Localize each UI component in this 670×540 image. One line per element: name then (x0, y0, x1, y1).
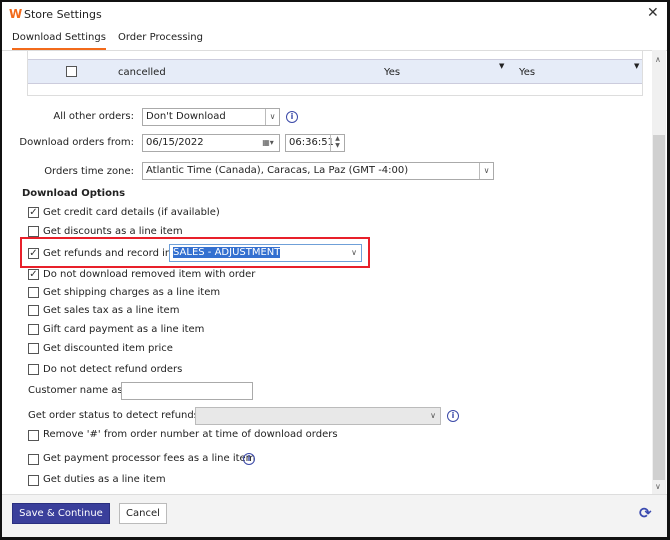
option-label: Get shipping charges as a line item (43, 287, 221, 298)
dropdown-arrow-icon[interactable]: ▼ (634, 62, 639, 70)
option-label: Get credit card details (if available) (43, 207, 220, 218)
info-icon[interactable]: i (286, 111, 298, 123)
option-label: Remove '#' from order number at time of … (43, 429, 338, 440)
scrollbar-thumb[interactable] (653, 135, 665, 480)
time-input[interactable]: 06:36:51 ▲ ▼ (285, 134, 345, 152)
row-checkbox[interactable] (66, 66, 77, 77)
order-status-label: Get order status to detect refunds: (28, 410, 203, 421)
info-icon[interactable]: i (447, 410, 459, 422)
tab-order-processing[interactable]: Order Processing (118, 32, 203, 43)
timezone-label: Orders time zone: (44, 166, 134, 177)
spinner-icon[interactable]: ▲ ▼ (330, 135, 344, 151)
info-icon[interactable]: i (243, 453, 255, 465)
chevron-down-icon: ∨ (479, 163, 493, 179)
chevron-down-icon: ∨ (430, 411, 436, 420)
scroll-up-icon[interactable]: ∧ (655, 55, 661, 64)
option-label: Get discounted item price (43, 343, 173, 354)
all-other-orders-select[interactable]: Don't Download ∨ (142, 108, 280, 126)
option-label: Get payment processor fees as a line ite… (43, 453, 256, 464)
order-status-select[interactable]: ∨ (195, 407, 441, 425)
checkbox-sales-tax[interactable] (28, 305, 39, 316)
checkbox-shipping[interactable] (28, 287, 39, 298)
checkbox-duties[interactable] (28, 475, 39, 486)
download-options-heading: Download Options (22, 188, 126, 199)
option-label: Do not detect refund orders (43, 364, 183, 375)
checkbox-gift-card[interactable] (28, 324, 39, 335)
checkbox-removed-item[interactable]: ✓ (28, 269, 39, 280)
calendar-icon[interactable]: ▦▾ (257, 135, 279, 151)
table-row[interactable]: cancelled Yes ▼ Yes ▼ (28, 59, 642, 84)
select-value: SALES - ADJUSTMENT (173, 247, 281, 258)
save-continue-button[interactable]: Save & Continue (12, 503, 110, 524)
cancel-button[interactable]: Cancel (119, 503, 167, 524)
checkbox-refunds[interactable]: ✓ (28, 248, 39, 259)
customer-name-input[interactable] (121, 382, 253, 400)
option-label: Get refunds and record in: (43, 248, 175, 259)
customer-name-label: Customer name as: (28, 385, 126, 396)
chevron-down-icon: ∨ (265, 109, 279, 125)
row-col1-value[interactable]: Yes (384, 67, 400, 78)
dropdown-arrow-icon[interactable]: ▼ (499, 62, 504, 70)
chevron-down-icon: ∨ (351, 248, 357, 257)
option-label: Get duties as a line item (43, 474, 166, 485)
checkbox-processor-fees[interactable] (28, 454, 39, 465)
select-value: Don't Download (146, 111, 226, 122)
option-label: Do not download removed item with order (43, 269, 256, 280)
checkbox-remove-hash[interactable] (28, 430, 39, 441)
checkbox-discounted-price[interactable] (28, 343, 39, 354)
row-col2-value[interactable]: Yes (519, 67, 535, 78)
select-value: Atlantic Time (Canada), Caracas, La Paz … (146, 165, 409, 176)
window-title: Store Settings (24, 8, 102, 21)
app-logo-icon: W (9, 7, 23, 21)
refresh-icon[interactable]: ⟳ (639, 504, 652, 522)
option-label: Get discounts as a line item (43, 226, 183, 237)
checkbox-credit-card[interactable]: ✓ (28, 207, 39, 218)
timezone-select[interactable]: Atlantic Time (Canada), Caracas, La Paz … (142, 162, 494, 180)
row-status: cancelled (118, 67, 166, 78)
download-from-label: Download orders from: (19, 137, 134, 148)
checkbox-discounts[interactable] (28, 226, 39, 237)
scroll-down-icon[interactable]: ∨ (655, 482, 661, 491)
checkbox-detect-refund[interactable] (28, 364, 39, 375)
date-input[interactable]: 06/15/2022 ▦▾ (142, 134, 280, 152)
all-other-orders-label: All other orders: (53, 111, 134, 122)
time-value: 06:36:51 (289, 137, 334, 148)
option-label: Gift card payment as a line item (43, 324, 205, 335)
close-icon[interactable]: ✕ (647, 5, 659, 21)
refund-account-select[interactable]: SALES - ADJUSTMENT ∨ (169, 244, 362, 262)
option-label: Get sales tax as a line item (43, 305, 180, 316)
date-value: 06/15/2022 (146, 137, 204, 148)
store-settings-window: W Store Settings ✕ Download Settings Ord… (2, 2, 667, 537)
tab-download-settings[interactable]: Download Settings (12, 32, 106, 50)
